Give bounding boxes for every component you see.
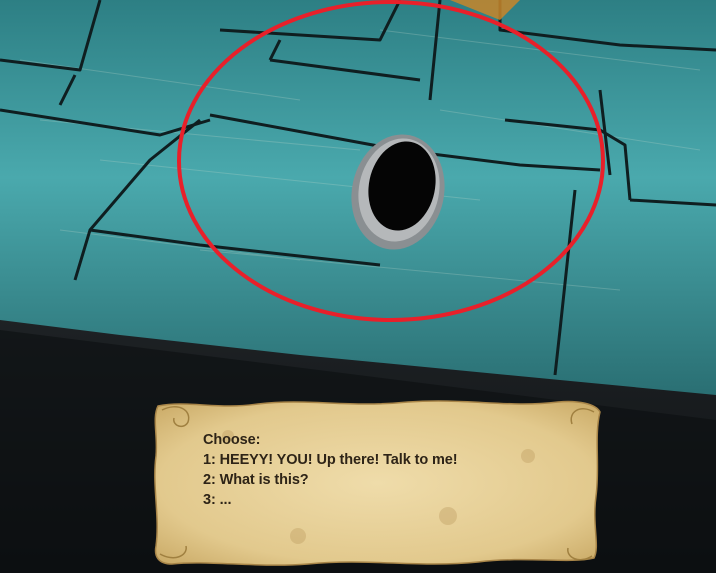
dialog-option-3[interactable]: 3: ... xyxy=(203,490,458,510)
game-scene: Choose: 1: HEEYY! YOU! Up there! Talk to… xyxy=(0,0,716,573)
dialog-text: Choose: 1: HEEYY! YOU! Up there! Talk to… xyxy=(203,430,458,510)
dialog-prompt: Choose: xyxy=(203,432,261,448)
dialog-box: Choose: 1: HEEYY! YOU! Up there! Talk to… xyxy=(148,396,608,568)
dialog-option-2[interactable]: 2: What is this? xyxy=(203,470,458,490)
dialog-option-1[interactable]: 1: HEEYY! YOU! Up there! Talk to me! xyxy=(203,450,458,470)
